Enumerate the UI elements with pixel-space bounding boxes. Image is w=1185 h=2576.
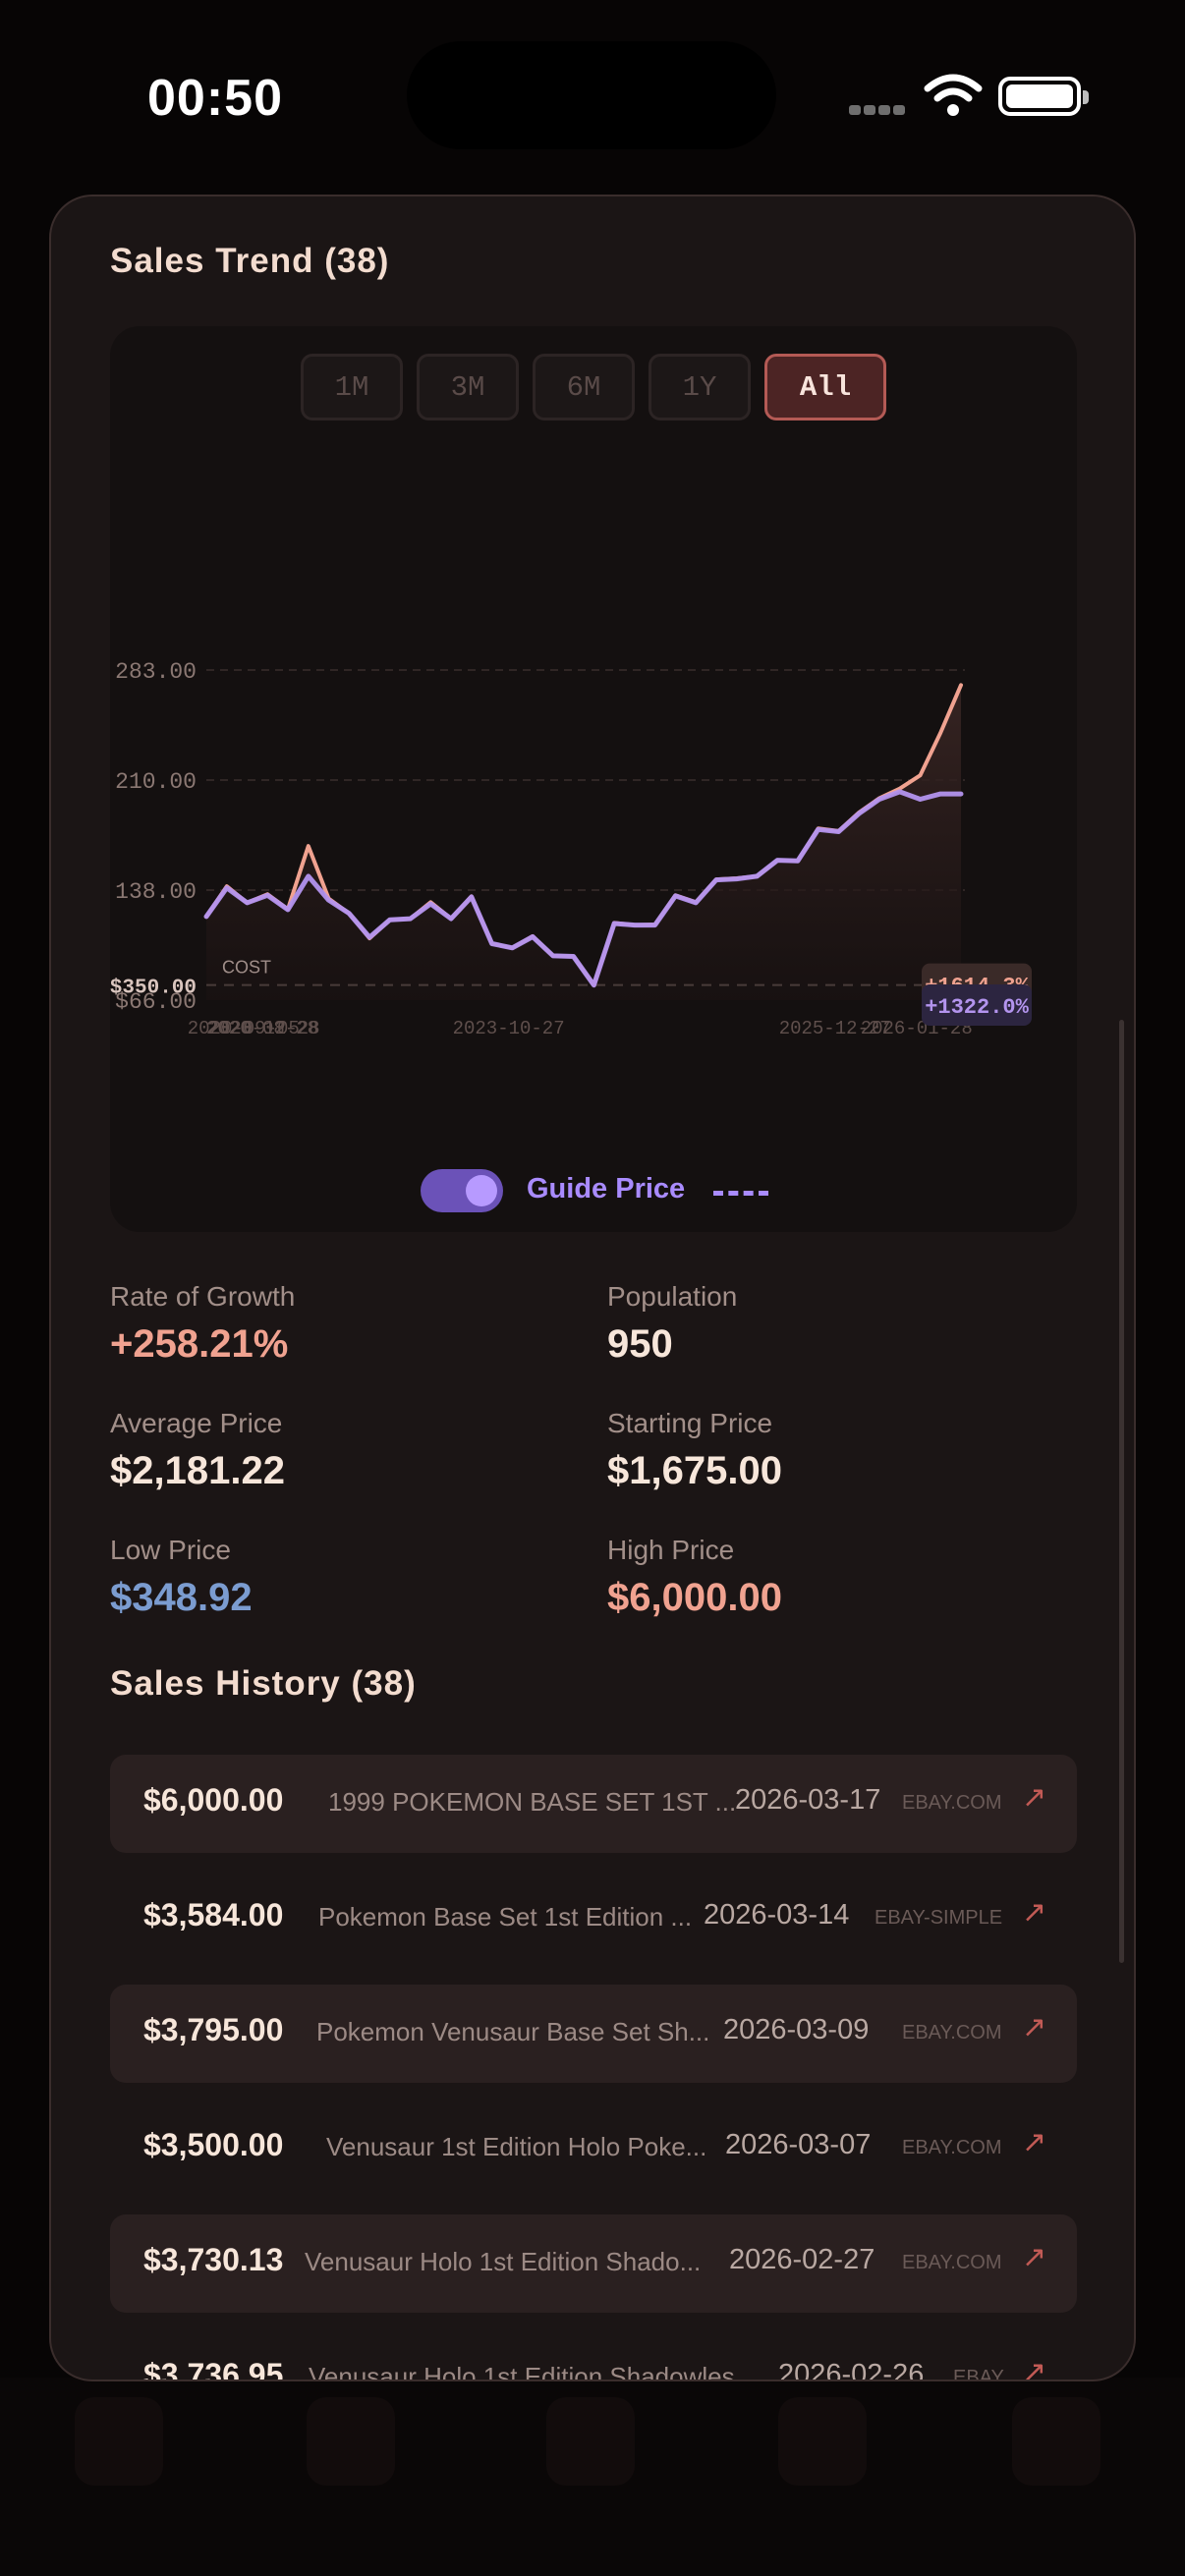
stat-value: 950 — [607, 1322, 673, 1366]
sale-source: EBAY.COM — [902, 2022, 1002, 2044]
status-bar: 00:50 — [0, 0, 1185, 187]
sale-date: 2026-03-07 — [725, 2129, 872, 2160]
stat-value: $6,000.00 — [607, 1576, 782, 1619]
sale-title: 1999 POKEMON BASE SET 1ST ... — [328, 1787, 737, 1817]
sale-price: $3,500.00 — [143, 2127, 284, 2162]
stat-low-price: Low Price $348.92 — [110, 1535, 562, 1620]
sale-source: EBAY-SIMPLE — [875, 1907, 1003, 1929]
stat-rate-of-growth: Rate of Growth +258.21% — [110, 1281, 562, 1367]
sale-source: EBAY.COM — [902, 2137, 1002, 2158]
sale-title: Venusaur Holo 1st Edition Shadowles... — [309, 2362, 757, 2381]
stat-value: $1,675.00 — [607, 1449, 782, 1492]
status-time: 00:50 — [147, 70, 283, 127]
external-link-icon[interactable]: ↗ — [1022, 2355, 1046, 2380]
sale-source: EBAY.COM — [902, 1792, 1002, 1814]
external-link-icon[interactable]: ↗ — [1022, 2240, 1046, 2274]
sales-history-row[interactable]: $6,000.00 1999 POKEMON BASE SET 1ST ... … — [110, 1755, 1077, 1853]
sales-history-row[interactable]: $3,500.00 Venusaur 1st Edition Holo Poke… — [110, 2100, 1077, 2198]
stat-value: $348.92 — [110, 1576, 253, 1619]
stat-high-price: High Price $6,000.00 — [607, 1535, 1059, 1620]
sale-title: Pokemon Venusaur Base Set Sh... — [316, 2017, 710, 2046]
sales-history-row[interactable]: $3,730.13 Venusaur Holo 1st Edition Shad… — [110, 2214, 1077, 2313]
sales-history-row[interactable]: $3,584.00 Pokemon Base Set 1st Edition .… — [110, 1870, 1077, 1968]
chart-x-tick-label: 2020-12-28 — [208, 1018, 320, 1039]
guide-price-toggle[interactable] — [421, 1169, 503, 1212]
sale-title: Venusaur 1st Edition Holo Poke... — [326, 2132, 707, 2161]
stat-value: $2,181.22 — [110, 1449, 285, 1492]
wifi-icon — [924, 74, 983, 116]
sale-price: $3,795.00 — [143, 2012, 284, 2047]
stat-value: +258.21% — [110, 1322, 289, 1366]
sale-date: 2026-03-14 — [704, 1899, 850, 1931]
chart-y-tick-label: $6,283.00 — [110, 659, 197, 685]
guide-price-dash-legend — [713, 1191, 768, 1196]
series-change-label: +1322.0% — [925, 995, 1029, 1020]
sales-trend-chart-panel: 1M 3M 6M 1Y All $6,283.00$4,210.00$2,138… — [110, 326, 1077, 1232]
background-tab-icon — [75, 2397, 163, 2486]
sale-price: $3,730.13 — [143, 2242, 284, 2277]
sales-history-row[interactable]: $3,736.95 Venusaur Holo 1st Edition Shad… — [110, 2329, 1077, 2381]
chart-y-tick-label: $2,138.00 — [110, 879, 197, 905]
sales-trend-chart: $6,283.00$4,210.00$2,138.00$66.00$350.00… — [110, 659, 1032, 1039]
stat-label: Average Price — [110, 1408, 283, 1438]
sale-source: EBAY.COM — [902, 2252, 1002, 2273]
sale-price: $3,584.00 — [143, 1897, 284, 1932]
stat-label: Population — [607, 1281, 738, 1312]
scrollbar[interactable] — [1119, 1020, 1124, 1963]
cost-label: COST — [222, 958, 271, 978]
cost-value-label: $350.00 — [110, 978, 197, 1000]
stat-label: Low Price — [110, 1535, 231, 1565]
battery-icon — [998, 77, 1089, 116]
dynamic-island — [407, 41, 776, 149]
external-link-icon[interactable]: ↗ — [1022, 2125, 1046, 2159]
stat-label: Starting Price — [607, 1408, 773, 1438]
external-link-icon[interactable]: ↗ — [1022, 1780, 1046, 1815]
cellular-signal-icon — [849, 102, 908, 120]
sales-history-row[interactable]: $3,795.00 Pokemon Venusaur Base Set Sh..… — [110, 1985, 1077, 2083]
guide-price-label: Guide Price — [527, 1173, 686, 1204]
sale-title: Pokemon Base Set 1st Edition ... — [318, 1902, 693, 1932]
sale-price: $6,000.00 — [143, 1782, 284, 1818]
chart-y-tick-label: $4,210.00 — [110, 769, 197, 795]
sales-history-title: Sales History (38) — [110, 1664, 417, 1703]
sale-date: 2026-03-09 — [723, 2014, 870, 2045]
stat-average-price: Average Price $2,181.22 — [110, 1408, 562, 1493]
price-area-fill — [206, 685, 961, 1000]
sale-date: 2026-03-17 — [735, 1784, 881, 1816]
chart-x-tick-label: 2023-10-27 — [453, 1018, 565, 1039]
background-tab-icon — [778, 2397, 867, 2486]
sale-title: Venusaur Holo 1st Edition Shado... — [305, 2247, 702, 2276]
guide-price-toggle-row: Guide Price — [110, 1169, 1077, 1212]
external-link-icon[interactable]: ↗ — [1022, 1895, 1046, 1930]
sale-date: 2026-02-26 — [778, 2359, 925, 2381]
sales-history-list: $6,000.00 1999 POKEMON BASE SET 1ST ... … — [110, 1755, 1077, 2381]
card-detail-sheet[interactable]: Sales Trend (38) 1M 3M 6M 1Y All $6,283.… — [49, 195, 1136, 2381]
sale-source: EBAY — [953, 2367, 1004, 2381]
stat-label: Rate of Growth — [110, 1281, 296, 1312]
stat-label: High Price — [607, 1535, 735, 1565]
background-tab-icon — [307, 2397, 395, 2486]
stat-population: Population 950 — [607, 1281, 1059, 1367]
background-tab-icon — [1012, 2397, 1100, 2486]
stat-starting-price: Starting Price $1,675.00 — [607, 1408, 1059, 1493]
sale-price: $3,736.95 — [143, 2357, 284, 2381]
background-tab-icon — [546, 2397, 635, 2486]
external-link-icon[interactable]: ↗ — [1022, 2010, 1046, 2044]
sales-trend-title: Sales Trend (38) — [110, 242, 390, 280]
sale-date: 2026-02-27 — [729, 2244, 875, 2275]
